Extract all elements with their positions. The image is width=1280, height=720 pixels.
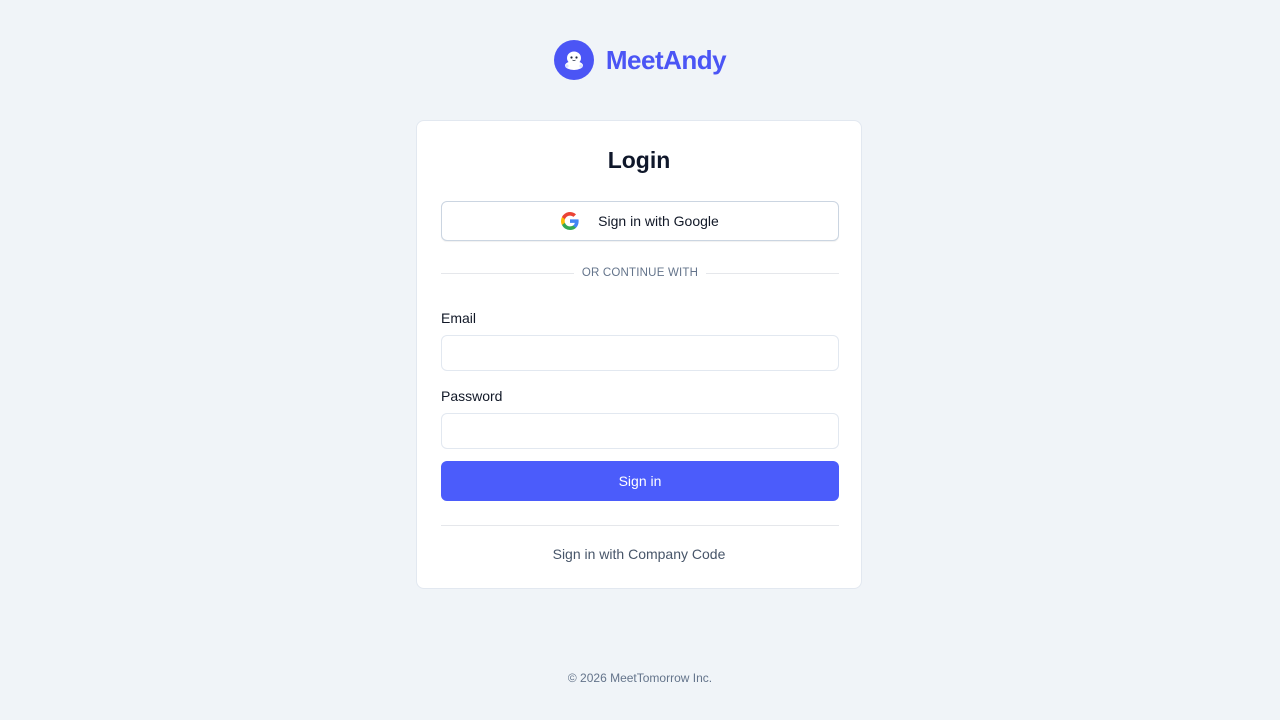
divider: OR CONTINUE WITH: [441, 265, 839, 281]
login-page: MeetAndy Login Sign in with Google OR CO…: [0, 0, 1280, 720]
company-code-link[interactable]: Sign in with Company Code: [417, 546, 861, 562]
email-field[interactable]: [441, 335, 839, 371]
brand-header: MeetAndy: [0, 40, 1280, 80]
login-title: Login: [607, 147, 671, 173]
login-card: Login Sign in with Google OR CONTINUE WI…: [416, 120, 862, 589]
password-field[interactable]: [441, 413, 839, 449]
card-separator: [441, 525, 839, 526]
google-signin-button[interactable]: Sign in with Google: [441, 201, 839, 241]
brand-name: MeetAndy: [605, 44, 727, 75]
email-label: Email: [441, 310, 477, 326]
google-icon: [561, 212, 579, 230]
divider-text: OR CONTINUE WITH: [581, 267, 699, 279]
sign-in-button[interactable]: Sign in: [441, 461, 839, 501]
footer-copyright: © 2026 MeetTomorrow Inc.: [567, 671, 713, 685]
divider-line-left: [441, 272, 574, 274]
password-label: Password: [441, 388, 503, 404]
google-signin-label: Sign in with Google: [598, 213, 719, 229]
divider-line-right: [706, 272, 839, 274]
mascot-icon: [553, 40, 594, 80]
